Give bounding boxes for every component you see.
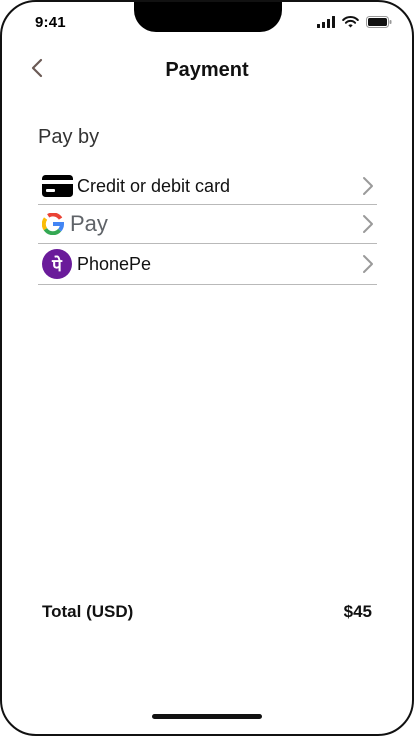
status-icons [317, 16, 392, 28]
payment-method-google-pay[interactable]: Pay [38, 205, 377, 244]
payment-method-phonepe[interactable]: पे PhonePe [38, 244, 377, 285]
google-g-icon [42, 213, 64, 235]
payment-method-label: Credit or debit card [77, 175, 231, 196]
status-time: 9:41 [35, 14, 66, 31]
total-row: Total (USD) $45 [42, 602, 372, 622]
phonepe-logo-icon: पे [42, 249, 72, 279]
phonepe-logo-glyph: पे [52, 255, 62, 276]
payment-method-card[interactable]: Credit or debit card [38, 168, 377, 205]
chevron-right-icon [363, 177, 373, 195]
wifi-icon [342, 16, 359, 28]
header: Payment [2, 50, 412, 90]
payment-methods-list: Credit or debit card Pay पे PhonePe [38, 168, 377, 285]
chevron-right-icon [363, 215, 373, 233]
credit-card-icon [42, 175, 73, 197]
notch [134, 2, 282, 32]
chevron-right-icon [363, 255, 373, 273]
payment-method-label: PhonePe [77, 253, 152, 274]
battery-icon [366, 16, 392, 28]
page-title: Payment [165, 59, 249, 81]
home-indicator [152, 714, 262, 719]
total-label: Total (USD) [42, 602, 134, 621]
total-amount: $45 [343, 602, 372, 621]
phone-frame: 9:41 Payment Pay by Credit or debit card… [0, 0, 414, 736]
section-title: Pay by [38, 126, 100, 148]
signal-icon [317, 16, 335, 28]
google-pay-label: Pay [70, 211, 108, 236]
